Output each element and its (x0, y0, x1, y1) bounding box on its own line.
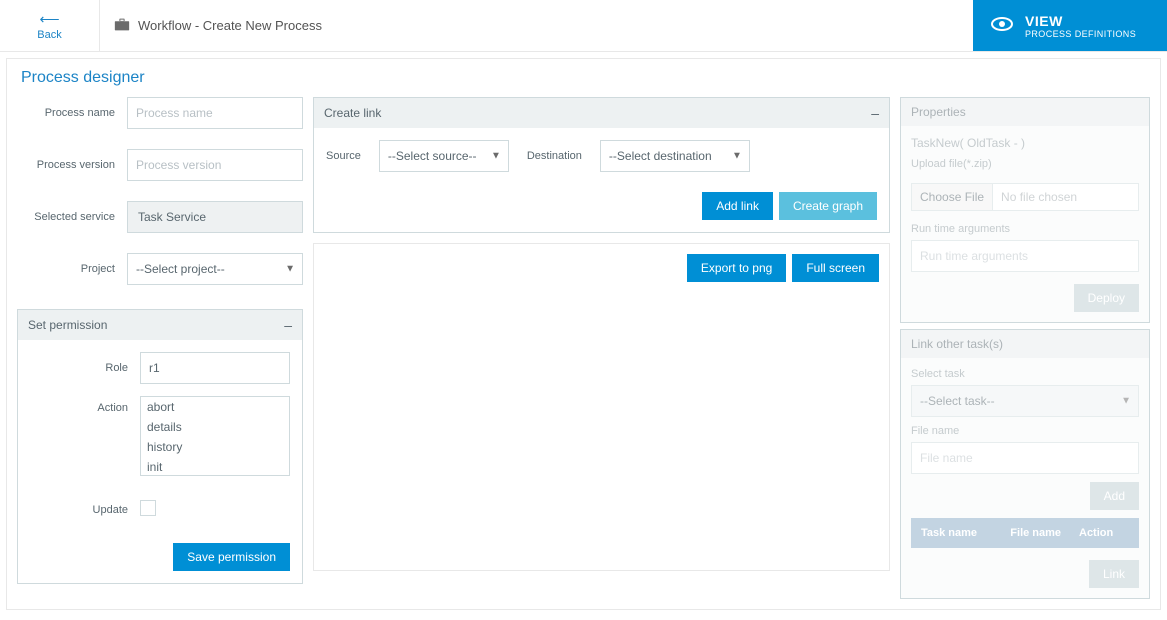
back-label: Back (37, 29, 61, 41)
action-label: Action (30, 396, 140, 414)
add-link-button[interactable]: Add link (702, 192, 773, 220)
update-checkbox[interactable] (140, 500, 156, 516)
link-other-tasks-panel: Link other task(s) Select task --Select … (900, 329, 1150, 599)
role-input[interactable] (140, 352, 290, 384)
select-task-label: Select task (911, 368, 1139, 380)
file-input[interactable]: Choose File No file chosen (911, 183, 1139, 211)
upload-file-label: Upload file(*.zip) (911, 158, 1139, 170)
role-label: Role (30, 362, 140, 374)
process-designer-panel: Process designer Process name Process ve… (6, 58, 1161, 610)
task-identifier: TaskNew( OldTask - ) (911, 136, 1139, 150)
update-label: Update (30, 504, 140, 516)
set-permission-panel: Set permission – Role Action (17, 309, 303, 584)
create-link-title: Create link (324, 106, 381, 120)
panel-collapse-button[interactable]: – (871, 105, 879, 121)
file-name-input[interactable] (911, 442, 1139, 474)
linked-tasks-table-header: Task name File name Action (911, 518, 1139, 548)
action-option[interactable]: history (141, 437, 289, 457)
action-listbox[interactable]: abort details history init (140, 396, 290, 476)
action-option[interactable]: init (141, 457, 289, 476)
page-heading: Workflow - Create New Process (100, 0, 973, 51)
properties-title: Properties (911, 105, 966, 119)
create-graph-button[interactable]: Create graph (779, 192, 877, 220)
create-link-panel: Create link – Source --Select source-- ▼… (313, 97, 890, 233)
left-column: Process name Process version Selected se… (17, 97, 303, 584)
project-label: Project (17, 263, 127, 275)
link-other-title: Link other task(s) (911, 337, 1003, 351)
view-definitions-button[interactable]: VIEW PROCESS DEFINITIONS (973, 0, 1167, 51)
runtime-args-label: Run time arguments (911, 223, 1139, 235)
source-select[interactable]: --Select source-- (379, 140, 509, 172)
back-arrow-icon: ⟵ (39, 11, 59, 28)
deploy-button[interactable]: Deploy (1074, 284, 1139, 312)
page-title: Workflow - Create New Process (138, 18, 322, 33)
set-permission-title: Set permission (28, 318, 107, 332)
topbar: ⟵ Back Workflow - Create New Process VIE… (0, 0, 1167, 52)
selected-service-label: Selected service (17, 211, 127, 223)
briefcase-icon (114, 18, 130, 34)
col-action: Action (1079, 527, 1139, 539)
process-name-input[interactable] (127, 97, 303, 129)
link-button[interactable]: Link (1089, 560, 1139, 588)
view-subtitle: PROCESS DEFINITIONS (1025, 29, 1136, 39)
runtime-args-input[interactable] (911, 240, 1139, 272)
back-button[interactable]: ⟵ Back (0, 0, 100, 51)
file-chosen-text: No file chosen (993, 190, 1085, 204)
source-label: Source (326, 150, 361, 162)
selected-service-value: Task Service (127, 201, 303, 233)
destination-label: Destination (527, 150, 582, 162)
right-column: Properties TaskNew( OldTask - ) Upload f… (900, 97, 1150, 599)
save-permission-button[interactable]: Save permission (173, 543, 290, 571)
properties-panel: Properties TaskNew( OldTask - ) Upload f… (900, 97, 1150, 323)
eye-icon (991, 14, 1013, 37)
action-option[interactable]: details (141, 417, 289, 437)
export-png-button[interactable]: Export to png (687, 254, 786, 282)
middle-column: Create link – Source --Select source-- ▼… (313, 97, 890, 571)
col-file-name: File name (1010, 527, 1079, 539)
select-task-dropdown[interactable]: --Select task-- (911, 385, 1139, 417)
col-task-name: Task name (911, 527, 1010, 539)
choose-file-button[interactable]: Choose File (912, 184, 993, 210)
process-version-input[interactable] (127, 149, 303, 181)
panel-collapse-button[interactable]: – (284, 317, 292, 333)
graph-canvas: Export to png Full screen (313, 243, 890, 571)
action-option[interactable]: abort (141, 397, 289, 417)
file-name-label: File name (911, 425, 1139, 437)
add-task-button[interactable]: Add (1090, 482, 1139, 510)
view-title: VIEW (1025, 13, 1136, 29)
process-name-label: Process name (17, 107, 127, 119)
project-select[interactable]: --Select project-- (127, 253, 303, 285)
designer-title: Process designer (7, 59, 1160, 97)
fullscreen-button[interactable]: Full screen (792, 254, 879, 282)
destination-select[interactable]: --Select destination (600, 140, 750, 172)
process-version-label: Process version (17, 159, 127, 171)
